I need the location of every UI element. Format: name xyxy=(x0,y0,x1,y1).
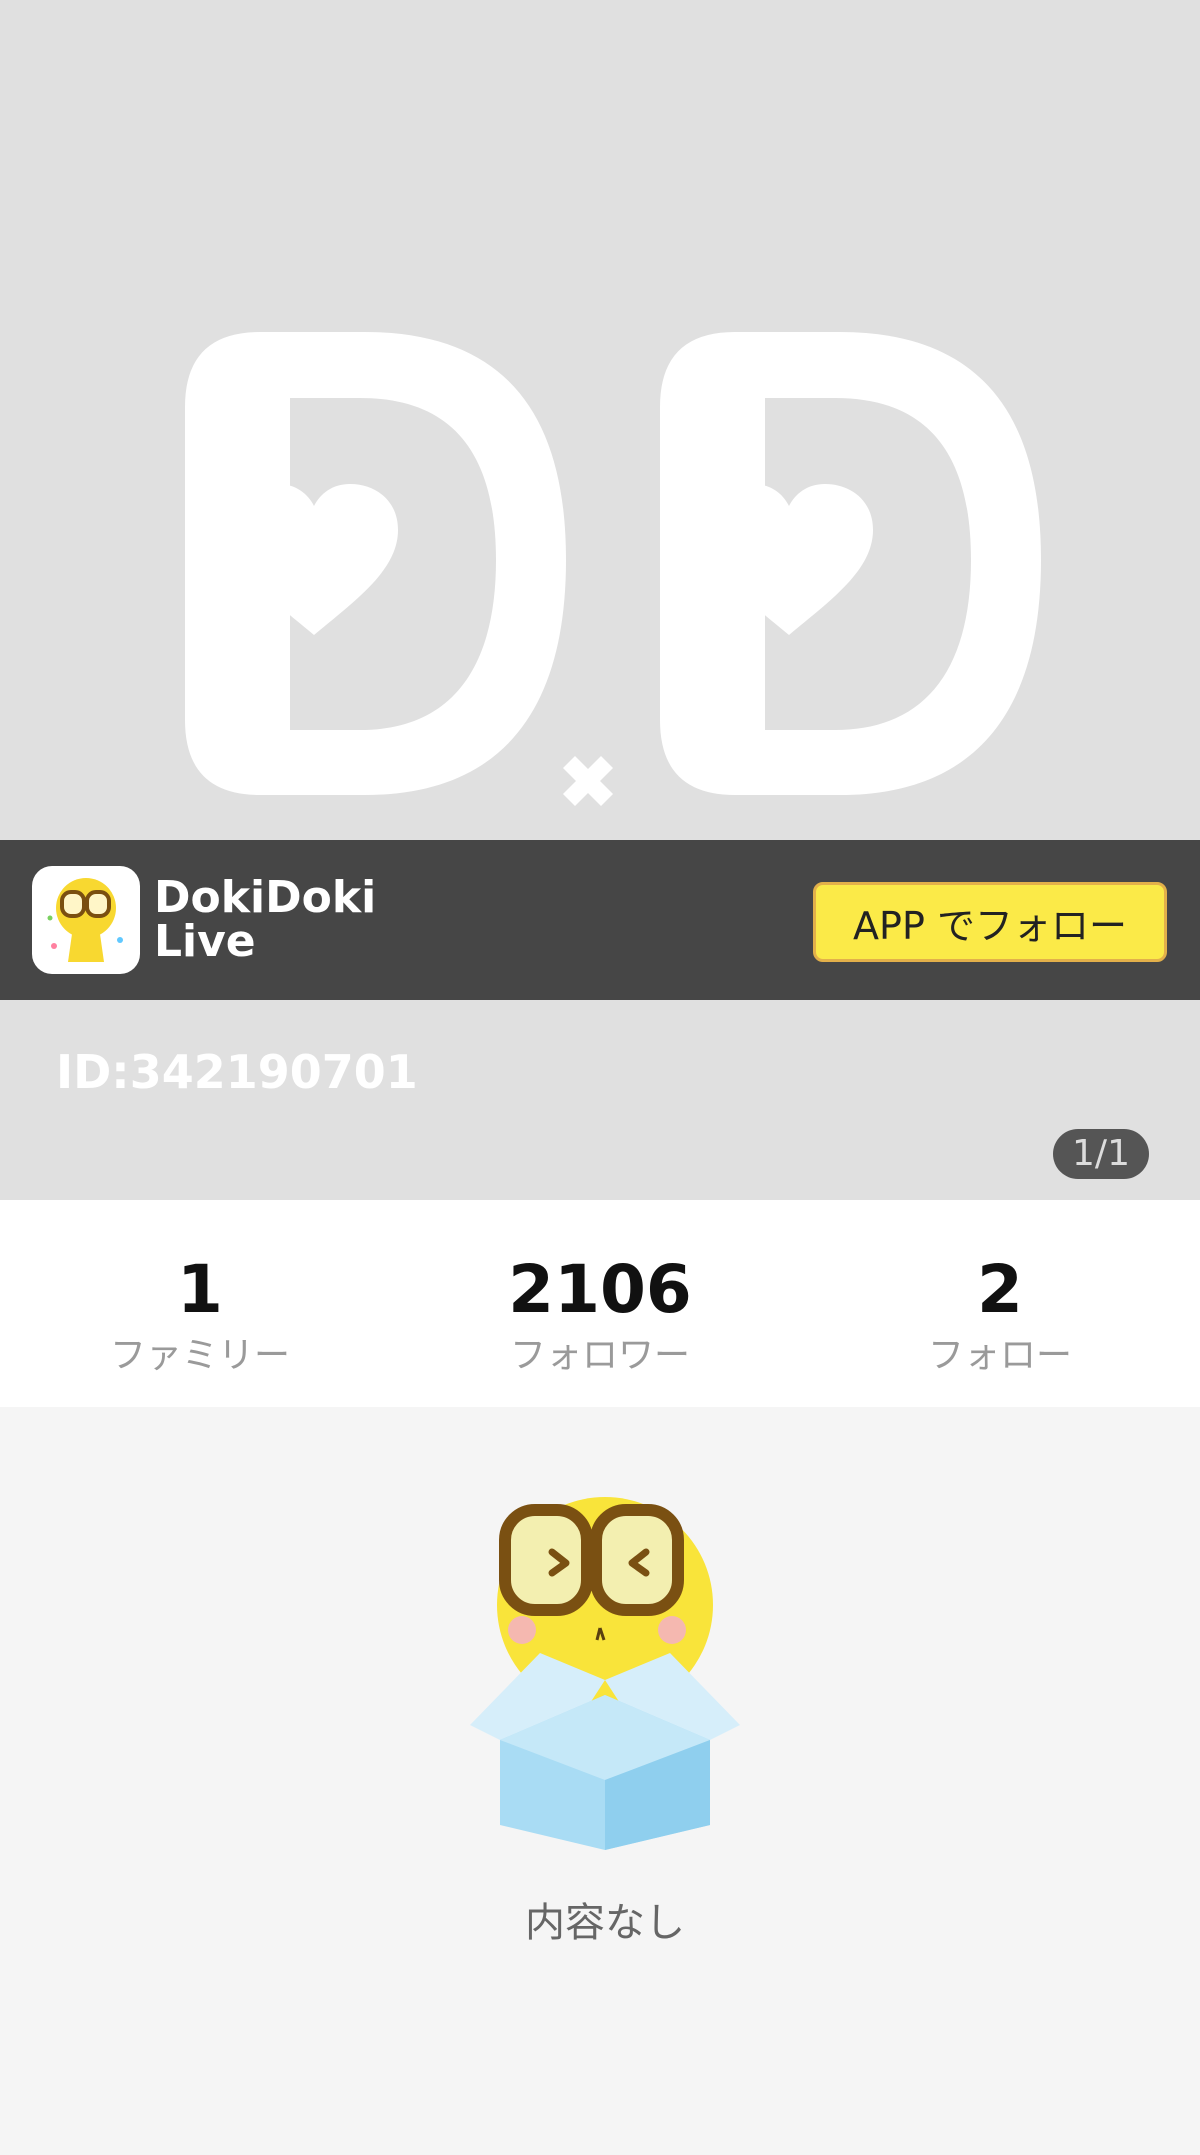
stat-followers[interactable]: 2106 フォロワー xyxy=(400,1200,800,1407)
app-name-line1: DokiDoki xyxy=(154,872,377,923)
following-count: 2 xyxy=(977,1251,1023,1328)
profile-hero: Lv 4 ID:342190701 1/1 xyxy=(0,0,1200,1200)
app-download-banner[interactable]: DokiDoki Live APP でフォロー xyxy=(0,840,1200,1000)
empty-content-message: 内容なし xyxy=(525,1900,685,1946)
stat-following[interactable]: 2 フォロー xyxy=(800,1200,1200,1407)
app-name-line2: Live xyxy=(154,916,256,967)
app-name: DokiDoki Live xyxy=(154,876,376,964)
dokidoki-logo-icon xyxy=(185,332,1041,806)
followers-count: 2106 xyxy=(508,1251,692,1328)
following-label: フォロー xyxy=(927,1335,1072,1376)
family-label: ファミリー xyxy=(109,1335,290,1376)
profile-stats: 1 ファミリー 2106 フォロワー 2 フォロー xyxy=(0,1200,1200,1407)
app-mascot-icon xyxy=(32,866,140,974)
stat-family[interactable]: 1 ファミリー xyxy=(0,1200,400,1407)
followers-label: フォロワー xyxy=(509,1335,690,1376)
family-count: 1 xyxy=(177,1251,223,1328)
empty-box-mascot-icon xyxy=(470,1497,740,1850)
follow-in-app-button[interactable]: APP でフォロー xyxy=(813,882,1167,962)
photo-page-indicator: 1/1 xyxy=(1053,1129,1149,1179)
user-id: ID:342190701 xyxy=(56,1045,418,1099)
